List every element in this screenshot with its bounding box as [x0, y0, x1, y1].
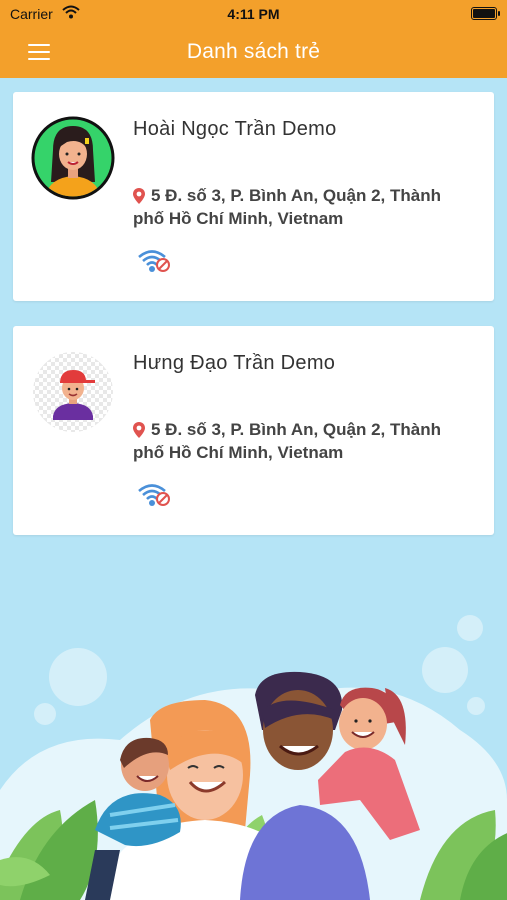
- family-illustration: [0, 615, 507, 900]
- status-time: 4:11 PM: [227, 6, 280, 22]
- nav-bar: Danh sách trẻ: [0, 28, 507, 78]
- child-name: Hoài Ngọc Trần Demo: [133, 118, 337, 140]
- bubble-decoration: [467, 697, 485, 715]
- battery-icon: [471, 7, 500, 20]
- bubble-decoration: [457, 615, 483, 641]
- address-line-1: 5 Đ. số 3, P. Bình An, Quận 2, Thành: [151, 186, 441, 205]
- address-line-1: 5 Đ. số 3, P. Bình An, Quận 2, Thành: [151, 420, 441, 439]
- status-bar: Carrier 4:11 PM: [0, 0, 507, 28]
- bubble-decoration: [422, 647, 468, 693]
- page-title: Danh sách trẻ: [186, 40, 321, 63]
- child-card[interactable]: Hưng Đạo Trần Demo 5 Đ. số 3, P. Bình An…: [13, 326, 494, 535]
- wifi-disconnected-icon[interactable]: [137, 248, 173, 274]
- child-name: Hưng Đạo Trần Demo: [133, 352, 336, 374]
- address-line-2: phố Hồ Chí Minh, Vietnam: [133, 209, 344, 228]
- child-address: 5 Đ. số 3, P. Bình An, Quận 2, Thành phố…: [133, 184, 483, 230]
- child-card[interactable]: Hoài Ngọc Trần Demo 5 Đ. số 3, P. Bình A…: [13, 92, 494, 301]
- girl-avatar-icon: [31, 116, 115, 200]
- wifi-disconnected-icon[interactable]: [137, 482, 173, 508]
- address-line-2: phố Hồ Chí Minh, Vietnam: [133, 443, 344, 462]
- bubble-decoration: [49, 648, 107, 706]
- boy-avatar-icon: [33, 352, 113, 432]
- child-address: 5 Đ. số 3, P. Bình An, Quận 2, Thành phố…: [133, 418, 483, 464]
- bubble-decoration: [34, 703, 56, 725]
